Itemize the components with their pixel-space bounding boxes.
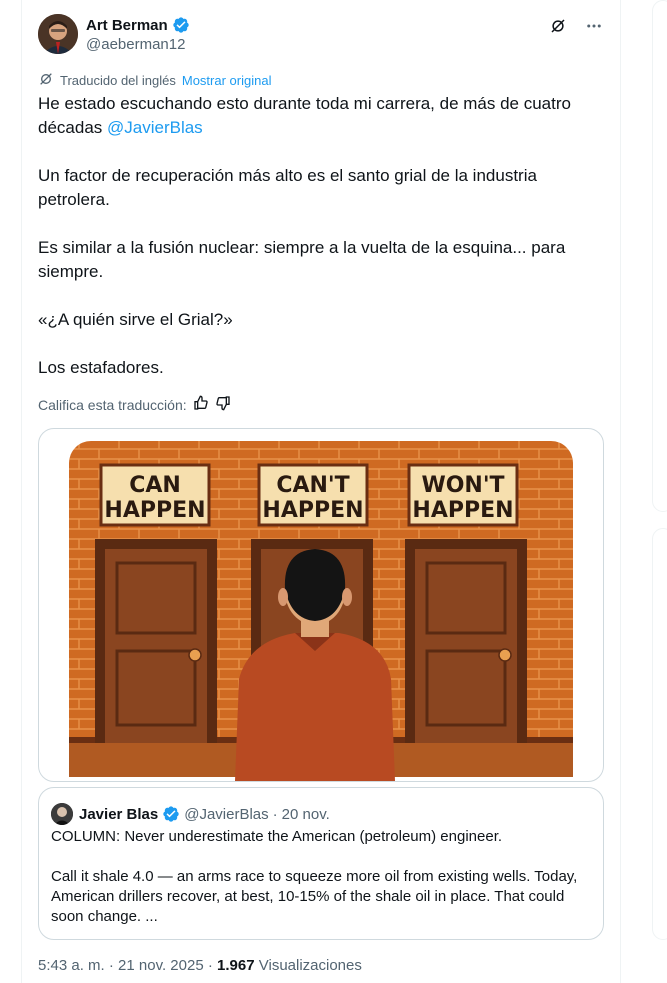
verified-badge-icon [172,16,190,34]
svg-text:HAPPEN: HAPPEN [262,498,363,523]
sign-wont-happen: WON'T HAPPEN [407,463,519,527]
tweet-header: Art Berman @aeberman12 [38,14,604,58]
quoted-handle: @JavierBlas [184,805,269,823]
tweet-paragraph: «¿A quién sirve el Grial?» [38,310,233,329]
author-handle[interactable]: @aeberman12 [86,36,185,53]
doors-illustration: CAN HAPPEN CAN'T HAPPEN WON'T HAPPEN [69,441,573,781]
views-label: Visualizaciones [258,957,362,974]
separator: · [272,805,278,823]
svg-text:WON'T: WON'T [421,473,504,498]
show-original-link[interactable]: Mostrar original [182,73,272,88]
separator: · [207,957,213,974]
author-name-row[interactable]: Art Berman [86,16,190,34]
quoted-tweet-text: COLUMN: Never underestimate the American… [51,827,593,947]
door-left [95,539,217,743]
svg-text:HAPPEN: HAPPEN [104,498,205,523]
sign-cant-happen: CAN'T HAPPEN [257,463,369,527]
svg-text:CAN: CAN [129,473,181,498]
rate-translation-label: Califica esta traducción: [38,396,187,413]
grok-icon[interactable] [548,16,568,36]
quoted-tweet[interactable]: Javier Blas @JavierBlas · 20 nov. COLUMN… [38,787,604,940]
tweet-meta: 5:43 a. m. · 21 nov. 2025 · 1.967 Visual… [38,957,362,974]
author-name[interactable]: Art Berman [86,17,168,34]
timeline-left-border [21,0,22,983]
quoted-date: 20 nov. [281,805,330,823]
tweet-time[interactable]: 5:43 a. m. [38,957,105,974]
tweet-paragraph: Es similar a la fusión nuclear: siempre … [38,238,566,281]
rate-translation: Califica esta traducción: [38,395,231,414]
separator: · [108,957,114,974]
door-right [405,539,527,743]
sidebar-card [652,528,667,940]
sidebar-card [652,0,667,512]
quoted-paragraph: COLUMN: Never underestimate the American… [51,828,503,845]
tweet-image[interactable]: CAN HAPPEN CAN'T HAPPEN WON'T HAPPEN [38,428,604,782]
translated-label: Traducido del inglés [60,73,176,88]
mention-link[interactable]: @JavierBlas [107,118,203,137]
header-actions [548,16,604,36]
svg-text:CAN'T: CAN'T [276,473,349,498]
svg-text:HAPPEN: HAPPEN [412,498,513,523]
translation-note: Traducido del inglés Mostrar original [38,71,271,90]
view-count: 1.967 [217,957,255,974]
more-icon[interactable] [584,16,604,36]
sign-can-happen: CAN HAPPEN [99,463,211,527]
tweet-paragraph: He estado escuchando esto durante toda m… [38,92,598,140]
thumbs-down-icon[interactable] [215,395,231,414]
translate-icon [38,71,54,90]
quoted-author-name: Javier Blas [79,805,159,823]
avatar[interactable] [38,14,78,54]
quoted-paragraph: Call it shale 4.0 — an arms race to sque… [51,868,578,925]
quoted-avatar [51,803,73,825]
verified-badge-icon [162,805,180,823]
tweet-paragraph: Los estafadores. [38,358,164,377]
tweet-date[interactable]: 21 nov. 2025 [118,957,204,974]
quoted-tweet-header: Javier Blas @JavierBlas · 20 nov. [51,803,330,825]
tweet-paragraph: Un factor de recuperación más alto es el… [38,166,537,209]
thumbs-up-icon[interactable] [193,395,209,414]
timeline-right-border [620,0,621,983]
tweet-text: He estado escuchando esto durante toda m… [38,92,598,404]
